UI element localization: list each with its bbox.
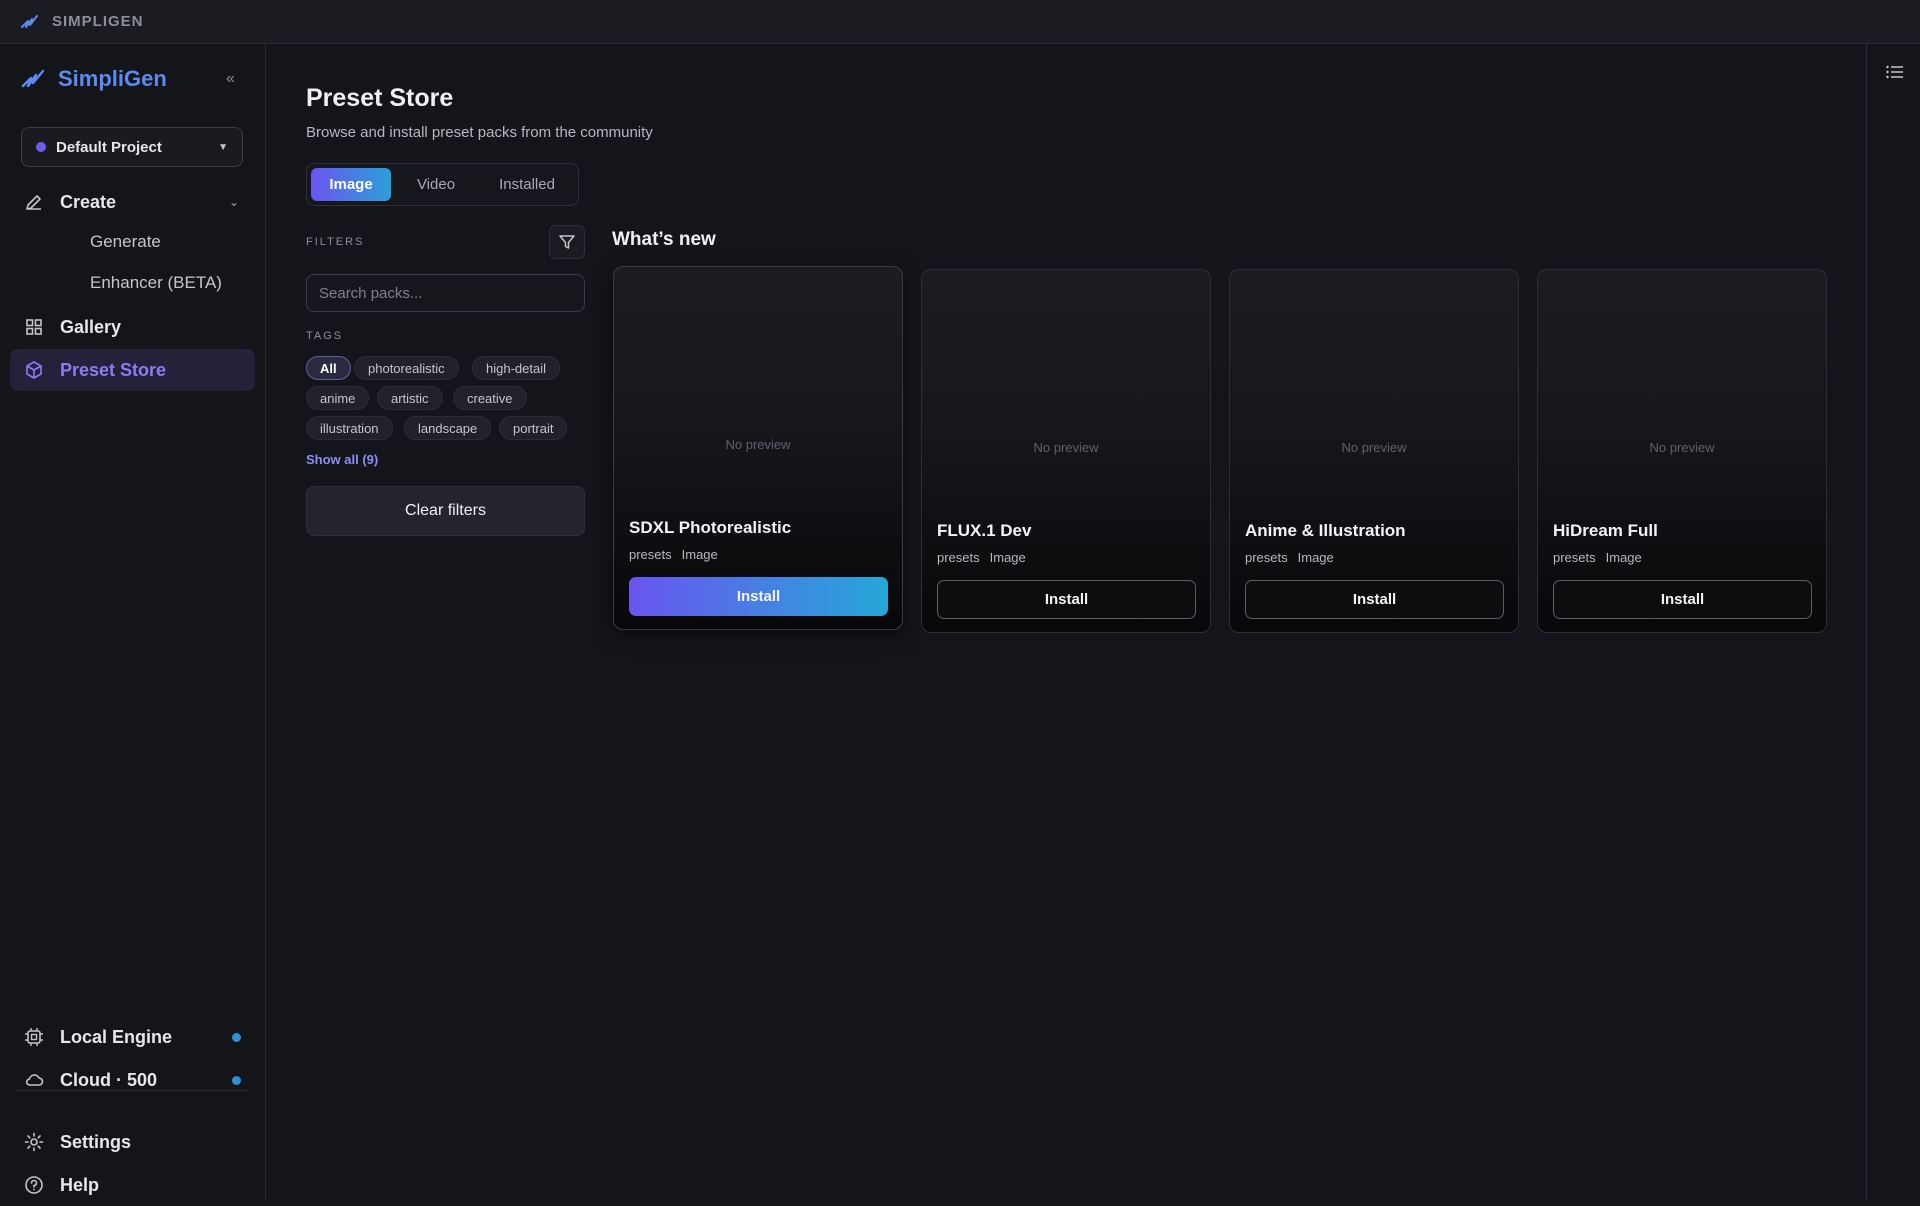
gear-icon [24,1132,44,1152]
filter-icon [558,233,576,251]
grid-icon [24,317,44,337]
project-color-dot [36,142,46,152]
install-button[interactable]: Install [1245,580,1504,619]
tag-chip[interactable]: illustration [306,416,393,440]
brand-logo-icon [20,67,46,91]
preset-type: Image [989,550,1026,565]
page-title: Preset Store [306,84,454,112]
sidebar-item-gallery[interactable]: Gallery [10,306,255,348]
sidebar-item-preset-store[interactable]: Preset Store [10,349,255,391]
preset-card[interactable]: No preview SDXL Photorealistic presets I… [613,266,903,630]
sidebar-item-label: Settings [60,1131,132,1152]
tags-label: TAGS [306,330,344,342]
preset-kind: presets [1553,550,1596,565]
sidebar-item-generate[interactable]: Generate [90,232,161,252]
help-icon [24,1175,44,1195]
show-all-tags-link[interactable]: Show all (9) [306,452,378,467]
sidebar-item-label: Create [60,191,117,212]
main-content: Preset Store Browse and install preset p… [267,44,1866,1200]
preset-meta: presets Image [1245,550,1334,565]
preset-type: Image [1605,550,1642,565]
brand-name: SimpliGen [58,66,167,91]
preset-card[interactable]: No preview Anime & Illustration presets … [1229,269,1519,633]
preset-name: HiDream Full [1553,521,1658,540]
tag-chip[interactable]: anime [306,386,370,410]
collapse-sidebar-icon[interactable]: « [226,70,235,88]
preset-meta: presets Image [937,550,1026,565]
chevron-down-icon: ▼ [218,141,228,153]
preset-meta: presets Image [629,547,718,562]
tag-chip[interactable]: artistic [377,386,443,410]
tab-image[interactable]: Image [311,168,391,201]
sidebar-item-enhancer[interactable]: Enhancer (BETA) [90,273,222,293]
sidebar: SimpliGen « Default Project ▼ Create ⌄ G… [0,44,266,1200]
preset-kind: presets [629,547,672,562]
page-subtitle: Browse and install preset packs from the… [306,124,653,141]
install-button[interactable]: Install [629,577,888,616]
no-preview-placeholder: No preview [1649,440,1715,455]
cpu-icon [24,1027,44,1047]
sidebar-item-local-engine[interactable]: Local Engine [10,1016,255,1058]
sidebar-item-label: Local Engine [60,1026,173,1047]
package-icon [24,360,44,380]
preset-name: SDXL Photorealistic [629,518,792,537]
chevron-down-icon: ⌄ [228,195,239,209]
status-dot [232,1075,241,1085]
sidebar-item-label: Cloud · 500 [60,1069,158,1090]
status-dot [232,1032,241,1042]
category-tabs: Image Video Installed [306,163,579,206]
right-rail [1866,44,1920,1200]
tag-chip[interactable]: landscape [404,416,492,440]
section-title: What’s new [612,229,716,250]
tag-chip[interactable]: photorealistic [354,356,459,380]
list-icon[interactable] [1885,64,1905,80]
no-preview-placeholder: No preview [1341,440,1407,455]
preset-name: FLUX.1 Dev [937,521,1032,540]
divider [16,1090,250,1091]
no-preview-placeholder: No preview [1033,440,1099,455]
brand[interactable]: SimpliGen [20,66,167,92]
clear-filters-button[interactable]: Clear filters [306,486,585,536]
preset-card[interactable]: No preview FLUX.1 Dev presets Image Inst… [921,269,1211,633]
filter-button[interactable] [549,225,585,259]
install-button[interactable]: Install [937,580,1196,619]
no-preview-placeholder: No preview [725,437,791,452]
preset-kind: presets [937,550,980,565]
tag-chip[interactable]: All [306,356,351,380]
tag-chip[interactable]: high-detail [472,356,560,380]
tab-installed[interactable]: Installed [481,168,573,201]
project-name: Default Project [56,138,162,156]
sidebar-item-settings[interactable]: Settings [10,1121,255,1163]
brand-logo-icon [20,13,40,31]
filters-label: FILTERS [306,236,365,248]
pencil-icon [24,192,44,212]
sidebar-item-label: Gallery [60,316,122,337]
preset-kind: presets [1245,550,1288,565]
preset-type: Image [681,547,718,562]
preset-card[interactable]: No preview HiDream Full presets Image In… [1537,269,1827,633]
preset-meta: presets Image [1553,550,1642,565]
search-input[interactable] [306,274,585,312]
install-button[interactable]: Install [1553,580,1812,619]
sidebar-item-label: Help [60,1174,100,1195]
top-bar: SIMPLIGEN [0,0,1920,44]
tag-chip[interactable]: creative [453,386,527,410]
sidebar-item-create[interactable]: Create ⌄ [10,181,255,223]
project-selector[interactable]: Default Project ▼ [21,127,243,167]
cloud-icon [24,1070,44,1090]
preset-name: Anime & Illustration [1245,521,1406,540]
app-title: SIMPLIGEN [52,13,144,30]
tag-chip[interactable]: portrait [499,416,568,440]
sidebar-item-cloud[interactable]: Cloud · 500 [10,1059,255,1101]
preset-type: Image [1297,550,1334,565]
tab-video[interactable]: Video [399,168,473,201]
sidebar-item-label: Preset Store [60,359,167,380]
